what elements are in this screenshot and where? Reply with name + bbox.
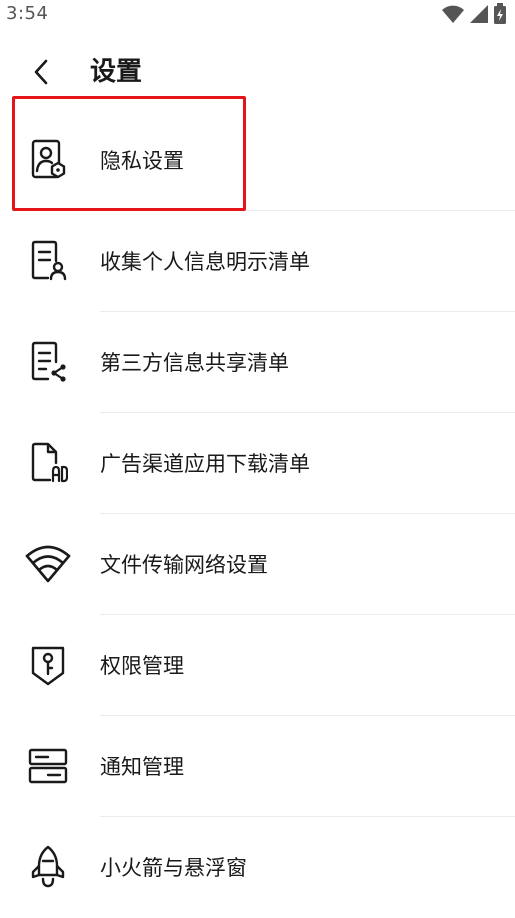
privacy-settings-icon <box>24 136 72 184</box>
status-icons <box>441 3 507 25</box>
third-party-share-list-icon <box>24 338 72 386</box>
settings-item-notification-management[interactable]: 通知管理 <box>0 716 515 817</box>
status-bar: 3:54 <box>0 0 515 30</box>
settings-item-label: 隐私设置 <box>100 149 184 173</box>
settings-item-label: 广告渠道应用下载清单 <box>100 452 310 476</box>
wifi-icon <box>442 5 464 23</box>
settings-item-ad-channel-download-list[interactable]: 广告渠道应用下载清单 <box>0 413 515 514</box>
settings-item-file-transfer-network[interactable]: 文件传输网络设置 <box>0 514 515 615</box>
settings-item-permission-management[interactable]: 权限管理 <box>0 615 515 716</box>
settings-item-label: 小火箭与悬浮窗 <box>100 856 247 880</box>
settings-item-third-party-share-list[interactable]: 第三方信息共享清单 <box>0 312 515 413</box>
settings-list: 隐私设置 收集个人信息明示清单 第三方信息共享清单 广告渠道应用下载清单 文件传… <box>0 110 515 918</box>
settings-item-label: 第三方信息共享清单 <box>100 351 289 375</box>
settings-item-privacy[interactable]: 隐私设置 <box>0 110 515 211</box>
personal-info-list-icon <box>24 237 72 285</box>
settings-item-label: 通知管理 <box>100 755 184 779</box>
page-title: 设置 <box>90 57 143 87</box>
settings-item-label: 文件传输网络设置 <box>100 553 268 577</box>
rocket-floating-window-icon <box>24 843 72 891</box>
header: 设置 <box>0 40 515 104</box>
back-button[interactable] <box>22 52 62 92</box>
notification-management-icon <box>24 742 72 790</box>
chevron-left-icon <box>34 59 48 85</box>
permission-key-shield-icon <box>24 641 72 689</box>
settings-item-rocket-floating-window[interactable]: 小火箭与悬浮窗 <box>0 817 515 918</box>
status-time: 3:54 <box>6 3 49 24</box>
settings-item-label: 权限管理 <box>100 654 184 678</box>
battery-charging-icon <box>494 3 506 24</box>
wifi-network-icon <box>24 540 72 588</box>
signal-icon <box>470 5 488 23</box>
ad-channel-download-icon <box>24 439 72 487</box>
settings-item-label: 收集个人信息明示清单 <box>100 250 310 274</box>
settings-item-personal-info-list[interactable]: 收集个人信息明示清单 <box>0 211 515 312</box>
